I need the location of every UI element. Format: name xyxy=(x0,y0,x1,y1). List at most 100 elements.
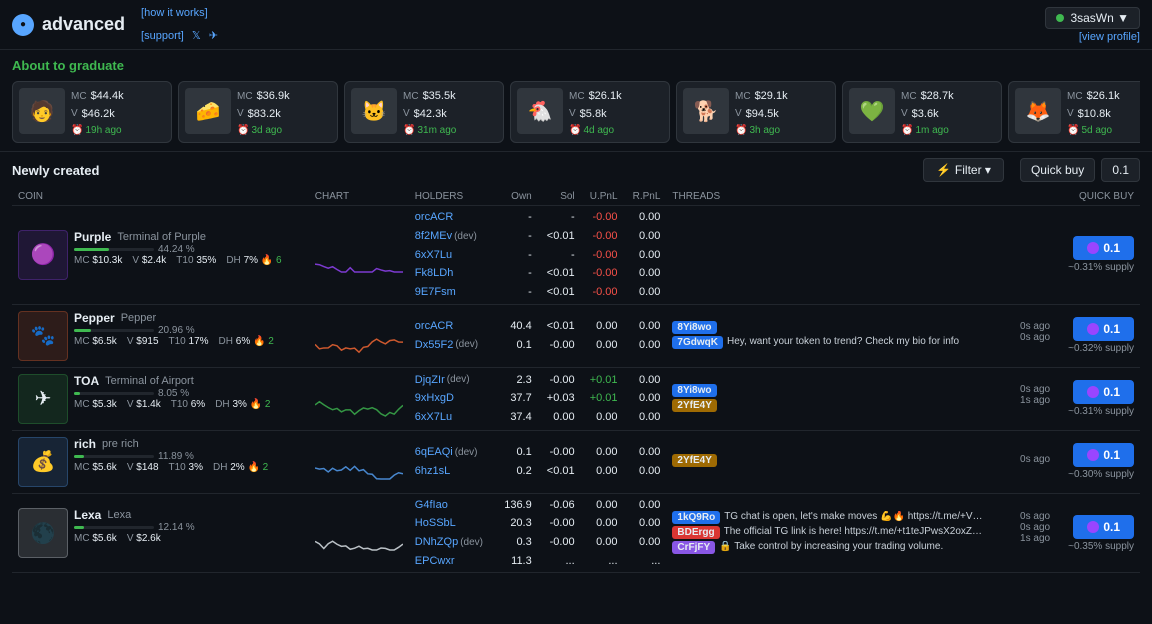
thread-tag[interactable]: 8Yi8wo xyxy=(672,321,716,334)
grad-time-val: 4d ago xyxy=(583,125,614,136)
grad-info: MC $35.5k V $42.3k ⏰ 31m ago xyxy=(403,88,497,136)
quick-buy-button[interactable]: 0.1 xyxy=(1073,443,1134,467)
times-list: 0s ago0s ago xyxy=(1020,321,1050,351)
thread-time: 1s ago xyxy=(1020,533,1050,544)
coin-fullname: pre rich xyxy=(102,438,139,450)
rpnl-col: 0.000.000.00 xyxy=(624,367,667,430)
table-row[interactable]: 💰 rich pre rich 11.89 % MC $5.6k V $148 … xyxy=(12,430,1140,493)
twitter-link[interactable]: 𝕏 xyxy=(192,29,201,42)
grad-mc: $36.9k xyxy=(257,88,290,106)
holder-name[interactable]: HoSSbL xyxy=(415,514,456,533)
grad-card[interactable]: 🐱 MC $35.5k V $42.3k ⏰ 31m ago xyxy=(344,81,504,143)
threads-list: 8Yi8wo 2YfE4Y xyxy=(672,384,716,414)
thread-tag[interactable]: 8Yi8wo xyxy=(672,384,716,397)
filter-button[interactable]: ⚡ Filter ▾ xyxy=(923,158,1004,182)
top-nav: ● advanced [how it works] [support] 𝕏 ✈ … xyxy=(0,0,1152,50)
grad-card[interactable]: 🧀 MC $36.9k V $83.2k ⏰ 3d ago xyxy=(178,81,338,143)
holder-name[interactable]: G4fIao xyxy=(415,496,448,515)
view-profile-link[interactable]: [view profile] xyxy=(1079,31,1140,43)
coin-thumb[interactable]: 🌑 xyxy=(18,508,68,558)
coin-mc: MC $10.3k xyxy=(74,255,122,266)
grad-card[interactable]: 🐕 MC $29.1k V $94.5k ⏰ 3h ago xyxy=(676,81,836,143)
sol-val: <0.01 xyxy=(544,264,575,283)
holder-name[interactable]: DjqZIr xyxy=(415,371,445,390)
thread-tag[interactable]: 2YfE4Y xyxy=(672,399,716,412)
own-col: 40.40.1 xyxy=(495,304,538,367)
quick-buy-value[interactable]: 0.1 xyxy=(1101,158,1140,182)
table-row[interactable]: 🌑 Lexa Lexa 12.14 % MC $5.6k V $2.6k xyxy=(12,493,1140,573)
mc-label: MC xyxy=(403,89,419,105)
table-row[interactable]: 🐾 Pepper Pepper 20.96 % MC $6.5k V $915 … xyxy=(12,304,1140,367)
holder-row: 8f2MEv (dev) xyxy=(415,227,489,246)
mc-label: MC xyxy=(569,89,585,105)
holder-name[interactable]: Fk8LDh xyxy=(415,264,454,283)
coin-meta: MC $6.5k V $915 T10 17% DH 6% 🔥 2 xyxy=(74,336,303,347)
upnl-val: 0.00 xyxy=(587,462,618,481)
sol-col: <0.01-0.00 xyxy=(538,304,581,367)
dev-badge: (dev) xyxy=(447,371,470,388)
thread-tag[interactable]: 1kQ9Ro xyxy=(672,511,720,524)
threads-list: 8Yi8wo 7GdwqK Hey, want your token to tr… xyxy=(672,321,959,351)
quick-buy-button[interactable]: 0.1 xyxy=(1073,515,1134,539)
holder-name[interactable]: 9E7Fsm xyxy=(415,283,456,302)
v-label: V xyxy=(1067,106,1074,122)
telegram-link[interactable]: ✈ xyxy=(209,29,218,42)
grad-card[interactable]: 🧑 MC $44.4k V $46.2k ⏰ 19h ago xyxy=(12,81,172,143)
grad-card[interactable]: 💚 MC $28.7k V $3.6k ⏰ 1m ago xyxy=(842,81,1002,143)
upnl-val: 0.00 xyxy=(587,336,618,355)
rpnl-val: 0.00 xyxy=(630,514,661,533)
coin-thumb[interactable]: ✈ xyxy=(18,374,68,424)
thread-tag[interactable]: 7GdwqK xyxy=(672,336,723,349)
th-holders: HOLDERS xyxy=(409,188,495,206)
app-title: advanced xyxy=(42,14,125,35)
holder-name[interactable]: 6hz1sL xyxy=(415,462,450,481)
quick-buy-label: Quick buy xyxy=(1020,158,1095,182)
t10: T10 35% xyxy=(176,255,216,266)
holder-name[interactable]: 6qEAQi xyxy=(415,443,453,462)
chart-cell xyxy=(309,493,409,573)
logo-icon: ● xyxy=(12,14,34,36)
thread-tag[interactable]: CrFjFY xyxy=(672,541,715,554)
threads-list: 1kQ9Ro TG chat is open, let's make moves… xyxy=(672,511,984,556)
upnl-col: 0.000.00 xyxy=(581,304,624,367)
support-link[interactable]: [support] xyxy=(141,30,184,42)
newly-title: Newly created xyxy=(12,163,99,178)
v-label: V xyxy=(735,106,742,122)
table-row[interactable]: ✈ TOA Terminal of Airport 8.05 % MC $5.3… xyxy=(12,367,1140,430)
holder-name[interactable]: Dx55F2 xyxy=(415,336,454,355)
holder-row: orcACR xyxy=(415,208,489,227)
rpnl-col: 0.000.00 xyxy=(624,304,667,367)
dev-badge: (dev) xyxy=(454,228,477,245)
grad-card[interactable]: 🐔 MC $26.1k V $5.8k ⏰ 4d ago xyxy=(510,81,670,143)
holder-name[interactable]: DNhZQp xyxy=(415,533,458,552)
supply-text: ~0.31% supply xyxy=(1062,262,1134,273)
holder-name[interactable]: orcACR xyxy=(415,208,454,227)
holder-name[interactable]: orcACR xyxy=(415,317,454,336)
profile-button[interactable]: 3sasWn ▼ xyxy=(1045,7,1140,29)
holder-name[interactable]: 6xX7Lu xyxy=(415,246,452,265)
coin-thumb[interactable]: 🟣 xyxy=(18,230,68,280)
threads-container: 1kQ9Ro TG chat is open, let's make moves… xyxy=(672,511,1050,556)
coin-thumb[interactable]: 💰 xyxy=(18,437,68,487)
holder-name[interactable]: 6xX7Lu xyxy=(415,408,452,427)
quick-buy-button[interactable]: 0.1 xyxy=(1073,236,1134,260)
holder-name[interactable]: 8f2MEv xyxy=(415,227,452,246)
holder-name[interactable]: EPCwxr xyxy=(415,552,455,571)
quick-buy-button[interactable]: 0.1 xyxy=(1073,380,1134,404)
graduate-title: About to graduate xyxy=(12,58,1140,73)
how-it-works-link[interactable]: [how it works] xyxy=(141,7,208,19)
th-rpnl: R.PnL xyxy=(624,188,667,206)
quick-buy-button[interactable]: 0.1 xyxy=(1073,317,1134,341)
v-label: V xyxy=(237,106,244,122)
holder-row: orcACR xyxy=(415,317,489,336)
grad-card[interactable]: 🦊 MC $26.1k V $10.8k ⏰ 5d ago xyxy=(1008,81,1140,143)
holder-row: G4fIao xyxy=(415,496,489,515)
grad-thumb: 🧀 xyxy=(185,88,231,134)
coin-thumb[interactable]: 🐾 xyxy=(18,311,68,361)
holder-row: DNhZQp (dev) xyxy=(415,533,489,552)
thread-tag[interactable]: BDErgg xyxy=(672,526,719,539)
table-row[interactable]: 🟣 Purple Terminal of Purple 44.24 % MC $… xyxy=(12,206,1140,304)
thread-tag[interactable]: 2YfE4Y xyxy=(672,454,716,467)
thread-msg: TG chat is open, let's make moves 💪🔥 htt… xyxy=(724,511,984,522)
holder-name[interactable]: 9xHxgD xyxy=(415,389,454,408)
